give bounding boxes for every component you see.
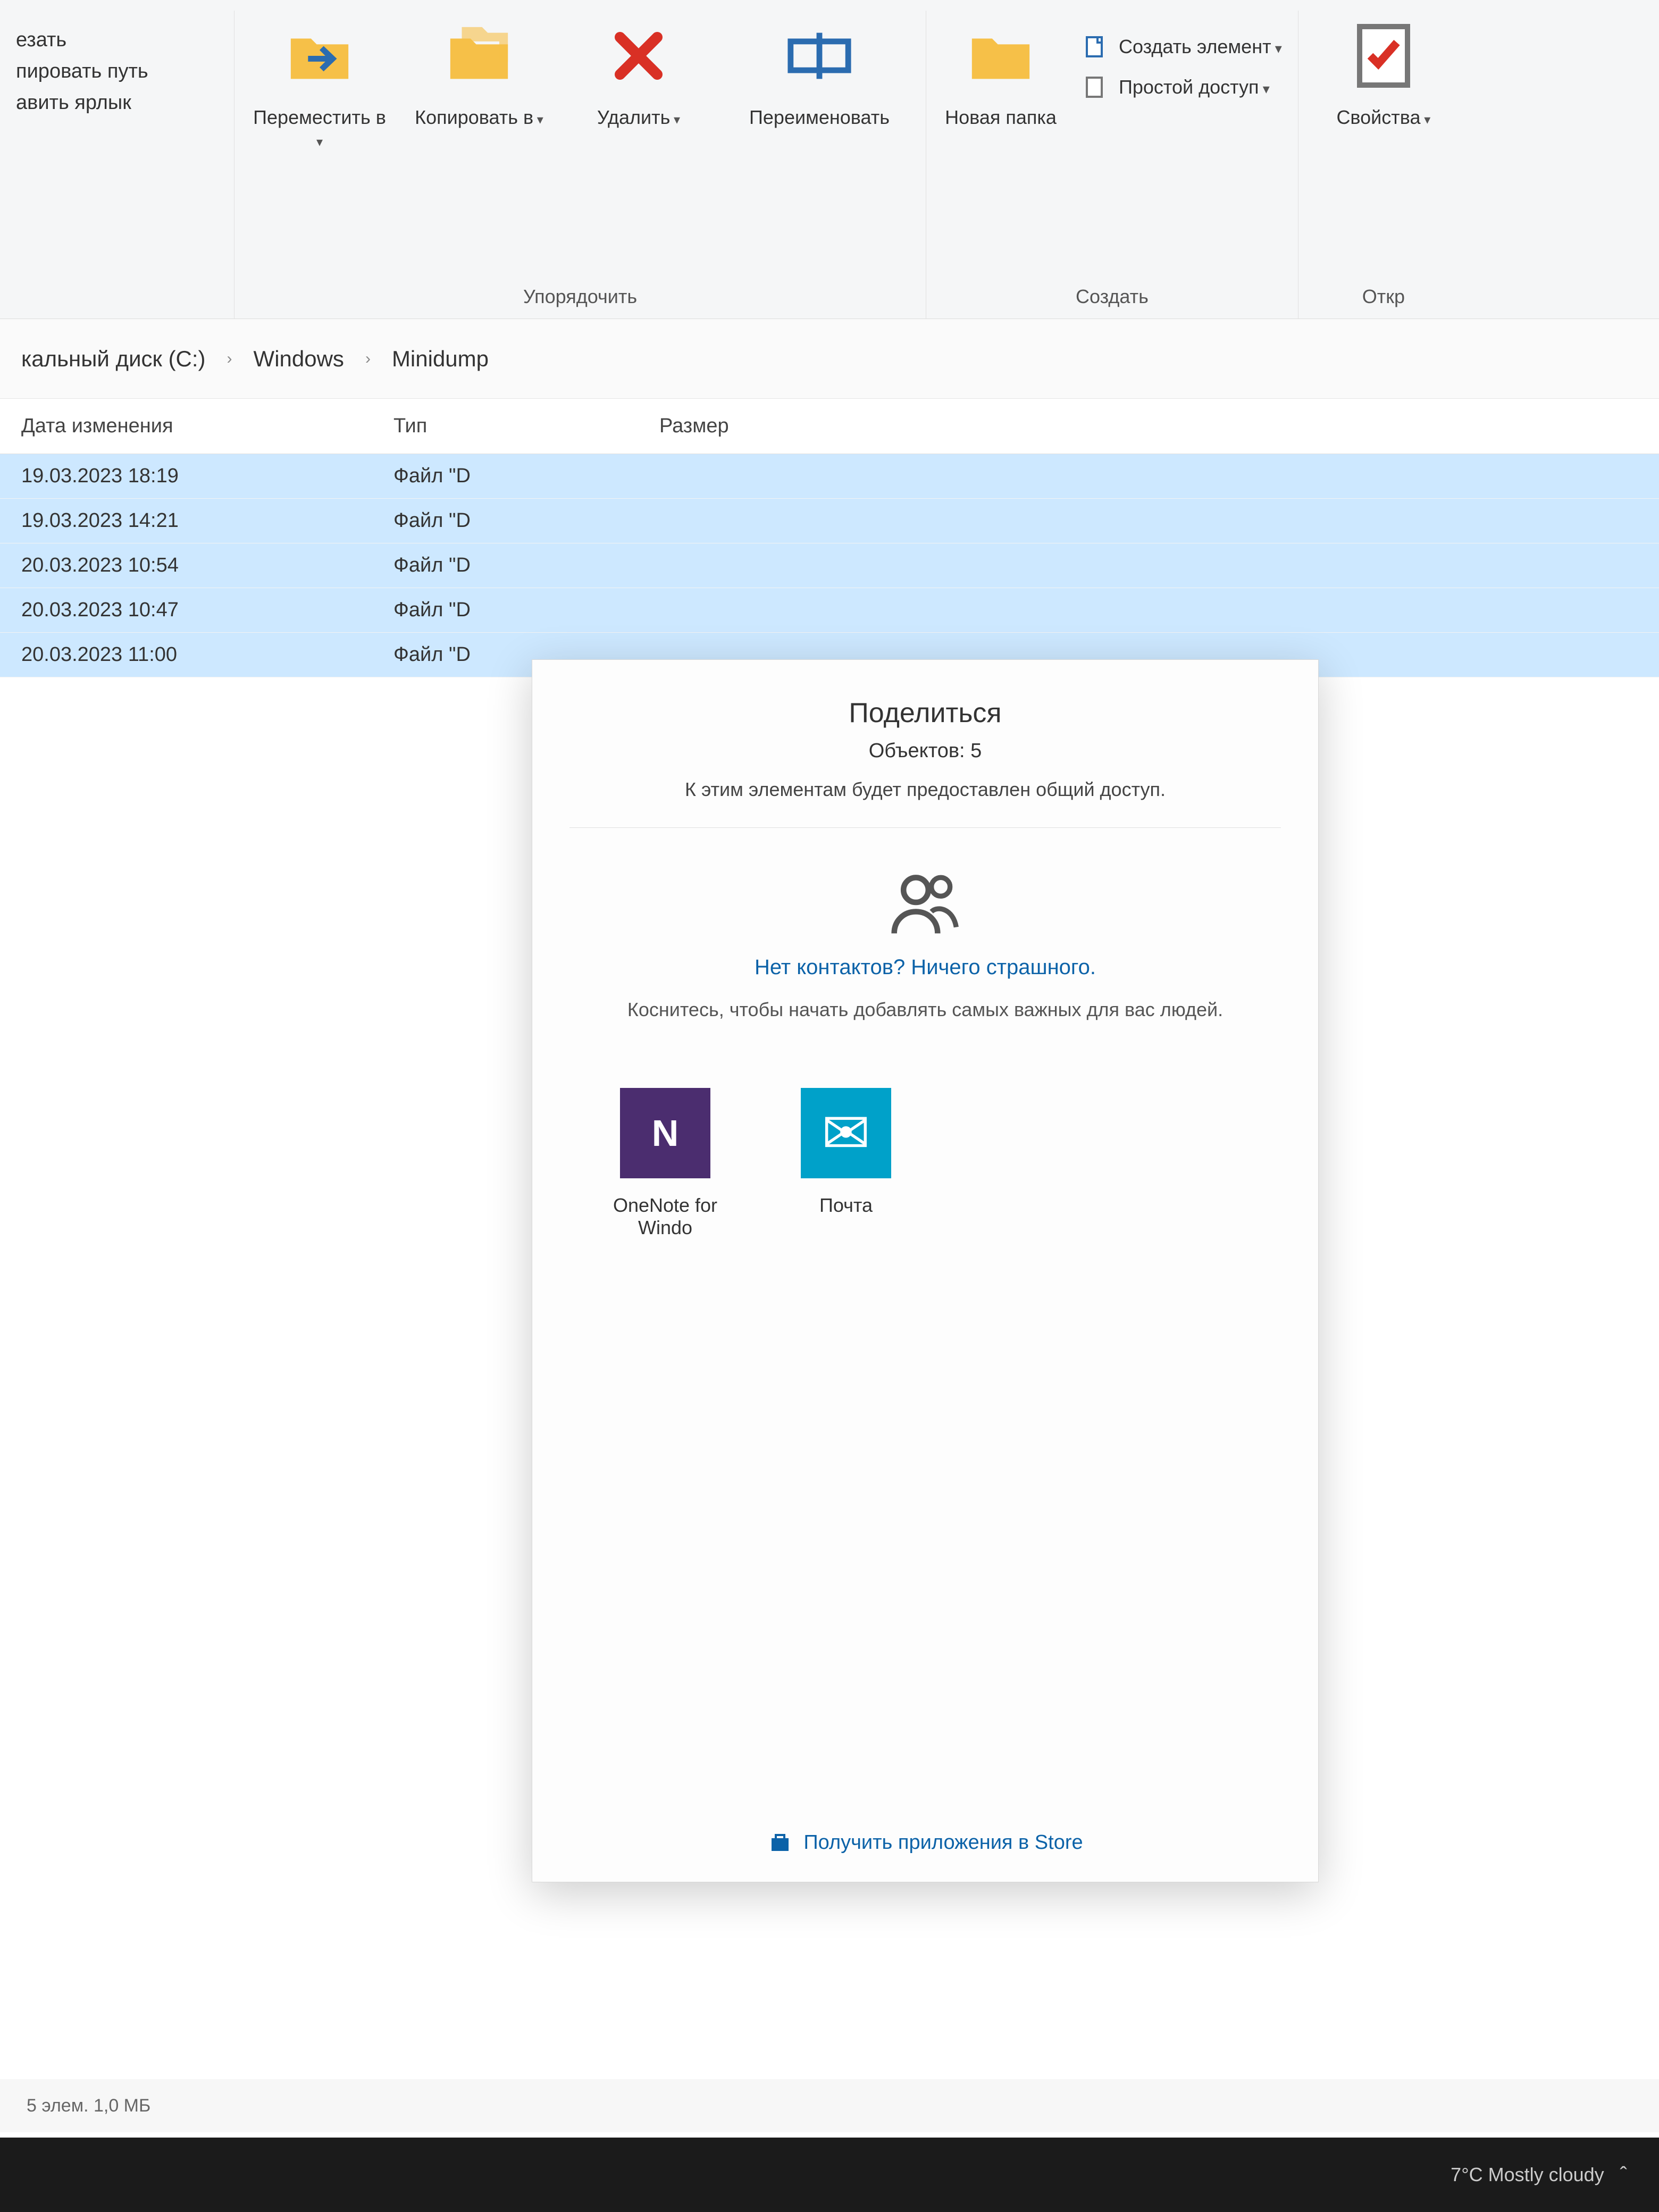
share-app-label: Почта — [819, 1194, 873, 1217]
delete-icon — [604, 21, 673, 90]
rename-button[interactable]: Переименовать — [729, 11, 910, 129]
no-contacts-title[interactable]: Нет контактов? Ничего страшного. — [755, 956, 1096, 979]
easy-access-button[interactable]: Простой доступ — [1080, 72, 1282, 102]
share-apps: N OneNote for Windo ✉ Почта — [569, 1088, 1281, 1239]
new-item-label: Создать элемент — [1119, 36, 1282, 58]
file-type: Файл "D — [393, 460, 659, 492]
ribbon: езать пировать путь авить ярлык Перемест… — [0, 0, 1659, 319]
new-group-label: Создать — [1076, 280, 1149, 319]
share-app-onenote[interactable]: N OneNote for Windo — [596, 1088, 734, 1239]
mail-icon: ✉ — [801, 1088, 891, 1178]
easy-access-label: Простой доступ — [1119, 76, 1270, 98]
status-bar: 5 элем. 1,0 МБ — [0, 2079, 1659, 2132]
ribbon-group-new: Новая папка Создать элемент Простой дост… — [926, 11, 1298, 319]
file-row[interactable]: 19.03.2023 18:19 Файл "D — [0, 454, 1659, 499]
file-date: 19.03.2023 14:21 — [21, 505, 393, 537]
copy-to-label: Копировать в — [415, 106, 543, 129]
breadcrumb[interactable]: кальный диск (C:) › Windows › Minidump — [0, 319, 1659, 399]
file-type: Файл "D — [393, 594, 659, 626]
share-flyout: Поделиться Объектов: 5 К этим элементам … — [532, 659, 1319, 1882]
properties-button[interactable]: Свойства — [1314, 11, 1453, 129]
store-icon — [767, 1830, 793, 1855]
column-size-header[interactable]: Размер — [659, 409, 872, 443]
organize-group-label: Упорядочить — [523, 280, 637, 319]
share-count: Объектов: 5 — [869, 740, 982, 763]
new-folder-icon — [966, 21, 1035, 90]
file-date: 19.03.2023 18:19 — [21, 460, 393, 492]
chevron-up-icon[interactable]: ˆ — [1620, 2163, 1627, 2187]
share-title: Поделиться — [849, 697, 1001, 729]
properties-icon — [1349, 21, 1418, 90]
file-date: 20.03.2023 10:47 — [21, 594, 393, 626]
chevron-right-icon: › — [365, 350, 371, 368]
rename-label: Переименовать — [749, 106, 890, 129]
move-to-button[interactable]: Переместить в — [250, 11, 389, 151]
ribbon-group-open: Свойства Откр — [1298, 11, 1469, 319]
breadcrumb-drive[interactable]: кальный диск (C:) — [21, 346, 206, 372]
file-type: Файл "D — [393, 550, 659, 581]
status-text: 5 элем. 1,0 МБ — [27, 2096, 150, 2116]
onenote-icon: N — [620, 1088, 710, 1178]
folder-copy-icon — [445, 21, 514, 90]
file-type: Файл "D — [393, 505, 659, 537]
breadcrumb-folder[interactable]: Windows — [254, 346, 344, 372]
get-apps-store-link[interactable]: Получить приложения в Store — [767, 1830, 1083, 1855]
weather-widget[interactable]: 7°C Mostly cloudy — [1451, 2164, 1604, 2186]
new-folder-label: Новая папка — [945, 106, 1057, 129]
easy-access-icon — [1080, 72, 1110, 102]
no-contacts-hint: Коснитесь, чтобы начать добавлять самых … — [627, 995, 1223, 1024]
file-row[interactable]: 20.03.2023 10:47 Файл "D — [0, 588, 1659, 633]
new-folder-button[interactable]: Новая папка — [942, 11, 1059, 129]
people-icon[interactable] — [888, 865, 962, 940]
properties-label: Свойства — [1336, 106, 1430, 129]
divider — [569, 827, 1281, 828]
file-row[interactable]: 19.03.2023 14:21 Файл "D — [0, 499, 1659, 543]
folder-move-icon — [285, 21, 354, 90]
column-headers: Дата изменения Тип Размер — [0, 399, 1659, 454]
rename-icon — [785, 21, 854, 90]
share-app-label: OneNote for Windo — [596, 1194, 734, 1239]
column-date-header[interactable]: Дата изменения — [21, 409, 393, 443]
file-row[interactable]: 20.03.2023 10:54 Файл "D — [0, 543, 1659, 588]
move-to-label: Переместить в — [250, 106, 389, 151]
copy-to-button[interactable]: Копировать в — [410, 11, 548, 129]
file-date: 20.03.2023 11:00 — [21, 639, 393, 671]
breadcrumb-folder[interactable]: Minidump — [392, 346, 489, 372]
share-description: К этим элементам будет предоставлен общи… — [685, 778, 1166, 801]
new-item-icon — [1080, 32, 1110, 62]
ribbon-cut[interactable]: езать — [16, 27, 66, 54]
taskbar: 7°C Mostly cloudy ˆ — [0, 2138, 1659, 2212]
new-item-button[interactable]: Создать элемент — [1080, 32, 1282, 62]
delete-button[interactable]: Удалить — [569, 11, 708, 129]
ribbon-group-clipboard: езать пировать путь авить ярлык — [0, 11, 234, 319]
file-date: 20.03.2023 10:54 — [21, 550, 393, 581]
ribbon-copy-path[interactable]: пировать путь — [16, 58, 148, 85]
ribbon-group-label — [114, 280, 120, 319]
store-link-label: Получить приложения в Store — [803, 1831, 1083, 1854]
ribbon-group-organize: Переместить в Копировать в Удалить — [234, 11, 926, 319]
open-group-label: Откр — [1362, 280, 1405, 319]
column-type-header[interactable]: Тип — [393, 409, 659, 443]
chevron-right-icon: › — [227, 350, 232, 368]
ribbon-paste-shortcut[interactable]: авить ярлык — [16, 89, 131, 116]
file-list: Дата изменения Тип Размер 19.03.2023 18:… — [0, 399, 1659, 677]
share-app-mail[interactable]: ✉ Почта — [777, 1088, 915, 1239]
delete-label: Удалить — [597, 106, 680, 129]
